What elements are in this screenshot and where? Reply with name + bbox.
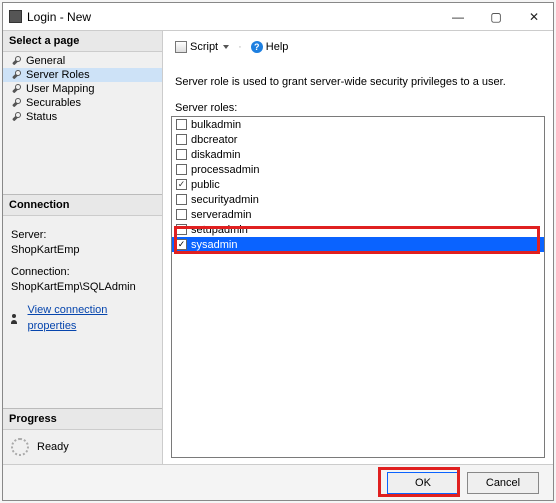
role-item-dbcreator[interactable]: dbcreator (172, 132, 544, 147)
role-label: securityadmin (191, 194, 259, 206)
role-label: dbcreator (191, 134, 237, 146)
toolbar: Script · ? Help (171, 37, 545, 62)
server-roles-list[interactable]: bulkadmin dbcreator diskadmin processadmin p… (171, 116, 545, 458)
wrench-icon (11, 98, 21, 108)
page-list: General Server Roles User Mapping Securable… (3, 52, 162, 126)
role-checkbox[interactable] (176, 134, 187, 145)
progress-status: Ready (37, 441, 69, 453)
titlebar: Login - New — ▢ ✕ (3, 3, 553, 31)
select-page-header: Select a page (3, 31, 162, 52)
wrench-icon (11, 56, 21, 66)
wrench-icon (11, 112, 21, 122)
role-item-processadmin[interactable]: processadmin (172, 162, 544, 177)
role-checkbox[interactable] (176, 194, 187, 205)
connection-value: ShopKartEmp\SQLAdmin (11, 280, 154, 295)
role-item-sysadmin[interactable]: sysadmin (172, 237, 544, 252)
role-item-securityadmin[interactable]: securityadmin (172, 192, 544, 207)
script-label: Script (190, 41, 218, 53)
window-title: Login - New (27, 10, 91, 24)
people-icon (11, 314, 23, 324)
dialog-footer: OK Cancel (3, 464, 553, 500)
sidebar-item-label: Status (26, 111, 57, 123)
help-icon: ? (251, 41, 263, 53)
role-checkbox[interactable] (176, 209, 187, 220)
sidebar: Select a page General Server Roles User Ma… (3, 31, 163, 464)
role-label: serveradmin (191, 209, 252, 221)
ok-button[interactable]: OK (387, 472, 459, 494)
login-new-dialog: Login - New — ▢ ✕ Select a page GeneralS… (2, 2, 554, 501)
role-item-serveradmin[interactable]: serveradmin (172, 207, 544, 222)
description-text: Server role is used to grant server-wide… (175, 76, 541, 88)
help-label: Help (266, 41, 289, 53)
help-button[interactable]: ? Help (247, 39, 293, 55)
sidebar-item-label: General (26, 55, 65, 67)
wrench-icon (11, 84, 21, 94)
sidebar-item-user-mapping[interactable]: User Mapping (3, 82, 162, 96)
progress-header: Progress (3, 408, 162, 430)
role-label: setupadmin (191, 224, 248, 236)
app-icon (9, 10, 22, 23)
chevron-down-icon (223, 45, 229, 49)
role-checkbox[interactable] (176, 119, 187, 130)
sidebar-item-general[interactable]: General (3, 54, 162, 68)
role-item-public[interactable]: public (172, 177, 544, 192)
role-label: diskadmin (191, 149, 241, 161)
sidebar-item-securables[interactable]: Securables (3, 96, 162, 110)
cancel-button[interactable]: Cancel (467, 472, 539, 494)
role-checkbox[interactable] (176, 179, 187, 190)
script-button[interactable]: Script (171, 39, 233, 55)
role-item-bulkadmin[interactable]: bulkadmin (172, 117, 544, 132)
server-roles-label: Server roles: (175, 102, 541, 114)
role-label: bulkadmin (191, 119, 241, 131)
role-checkbox[interactable] (176, 239, 187, 250)
connection-label: Connection: (11, 265, 154, 280)
connection-header: Connection (3, 194, 162, 216)
minimize-button[interactable]: — (439, 3, 477, 30)
sidebar-item-server-roles[interactable]: Server Roles (3, 68, 162, 82)
role-label: processadmin (191, 164, 259, 176)
role-label: sysadmin (191, 239, 237, 251)
role-checkbox[interactable] (176, 224, 187, 235)
role-label: public (191, 179, 220, 191)
progress-spinner-icon (11, 438, 29, 456)
role-item-setupadmin[interactable]: setupadmin (172, 222, 544, 237)
sidebar-item-label: Securables (26, 97, 81, 109)
sidebar-item-label: Server Roles (26, 69, 90, 81)
sidebar-item-status[interactable]: Status (3, 110, 162, 124)
role-item-diskadmin[interactable]: diskadmin (172, 147, 544, 162)
main-panel: Script · ? Help Server role is used to g… (163, 31, 553, 464)
sidebar-item-label: User Mapping (26, 83, 94, 95)
role-checkbox[interactable] (176, 164, 187, 175)
maximize-button[interactable]: ▢ (477, 3, 515, 30)
view-connection-properties-link[interactable]: View connection properties (28, 303, 154, 334)
close-button[interactable]: ✕ (515, 3, 553, 30)
wrench-icon (11, 70, 21, 80)
server-label: Server: (11, 228, 154, 243)
script-icon (175, 41, 187, 53)
role-checkbox[interactable] (176, 149, 187, 160)
server-value: ShopKartEmp (11, 243, 154, 258)
